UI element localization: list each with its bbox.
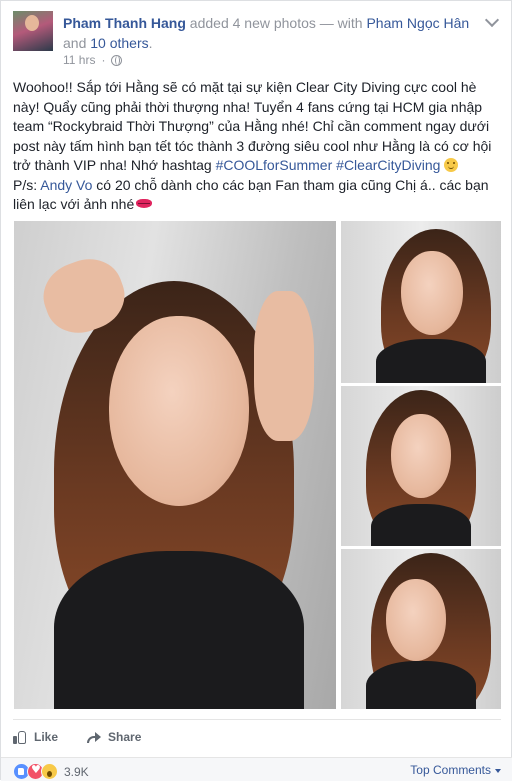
tagged-friend-link[interactable]: Pham Ngọc Hân — [366, 15, 469, 31]
period-text: . — [148, 35, 153, 51]
author-name-link[interactable]: Pham Thanh Hang — [63, 15, 186, 31]
photo-face — [386, 579, 446, 661]
share-label: Share — [108, 730, 142, 744]
wow-reaction-icon — [41, 763, 58, 780]
hashtag-link[interactable]: #ClearCityDiving — [336, 157, 440, 173]
meta-separator: · — [101, 53, 106, 67]
photo-face — [391, 414, 451, 498]
mention-link[interactable]: Andy Vo — [40, 177, 92, 193]
like-label: Like — [34, 730, 59, 744]
kiss-lips-icon — [136, 199, 153, 208]
photo-dress — [366, 661, 476, 709]
action-text: added 4 new photos — with — [185, 15, 367, 31]
photo-arm — [254, 291, 314, 441]
top-comments-label: Top Comments — [410, 763, 491, 777]
photo-thumbnail[interactable] — [341, 549, 501, 709]
divider — [13, 719, 501, 720]
share-button[interactable]: Share — [86, 727, 141, 747]
reactions-summary[interactable]: 3.9K — [13, 763, 89, 780]
chevron-down-icon[interactable] — [484, 12, 500, 28]
photo-dress — [376, 339, 486, 383]
others-link[interactable]: 10 others — [90, 35, 148, 51]
share-icon — [86, 731, 102, 744]
post-meta: 11 hrs · — [63, 53, 123, 67]
photo-thumbnail[interactable] — [341, 221, 501, 383]
like-button[interactable]: Like — [13, 727, 58, 747]
top-comments-dropdown[interactable]: Top Comments — [410, 763, 501, 777]
ps-label: P/s: — [13, 176, 41, 193]
timestamp-link[interactable]: 11 hrs — [63, 53, 95, 67]
post-text: Woohoo!! Sắp tới Hằng sẽ có mặt tại sự k… — [13, 78, 501, 215]
hashtag-link[interactable]: #COOLforSummer — [216, 157, 333, 173]
post-header-text: Pham Thanh Hang added 4 new photos — wit… — [63, 13, 473, 53]
and-text: and — [63, 35, 91, 51]
feed-post: Pham Thanh Hang added 4 new photos — wit… — [0, 0, 512, 781]
post-header: Pham Thanh Hang added 4 new photos — wit… — [13, 11, 483, 67]
smile-emoji-icon — [444, 158, 459, 172]
avatar[interactable] — [13, 11, 53, 51]
caret-down-icon — [495, 769, 501, 773]
reaction-count: 3.9K — [64, 764, 89, 779]
photo-face — [109, 316, 249, 506]
globe-icon[interactable] — [111, 54, 123, 66]
photo-dress — [371, 504, 471, 546]
post-actions: Like Share — [13, 727, 141, 747]
photo-dress — [54, 551, 304, 709]
photo-main[interactable] — [14, 221, 336, 709]
like-icon — [13, 730, 27, 744]
reactions-bar: 3.9K Top Comments — [1, 757, 512, 781]
photo-face — [401, 251, 463, 335]
photo-thumbnail[interactable] — [341, 386, 501, 546]
